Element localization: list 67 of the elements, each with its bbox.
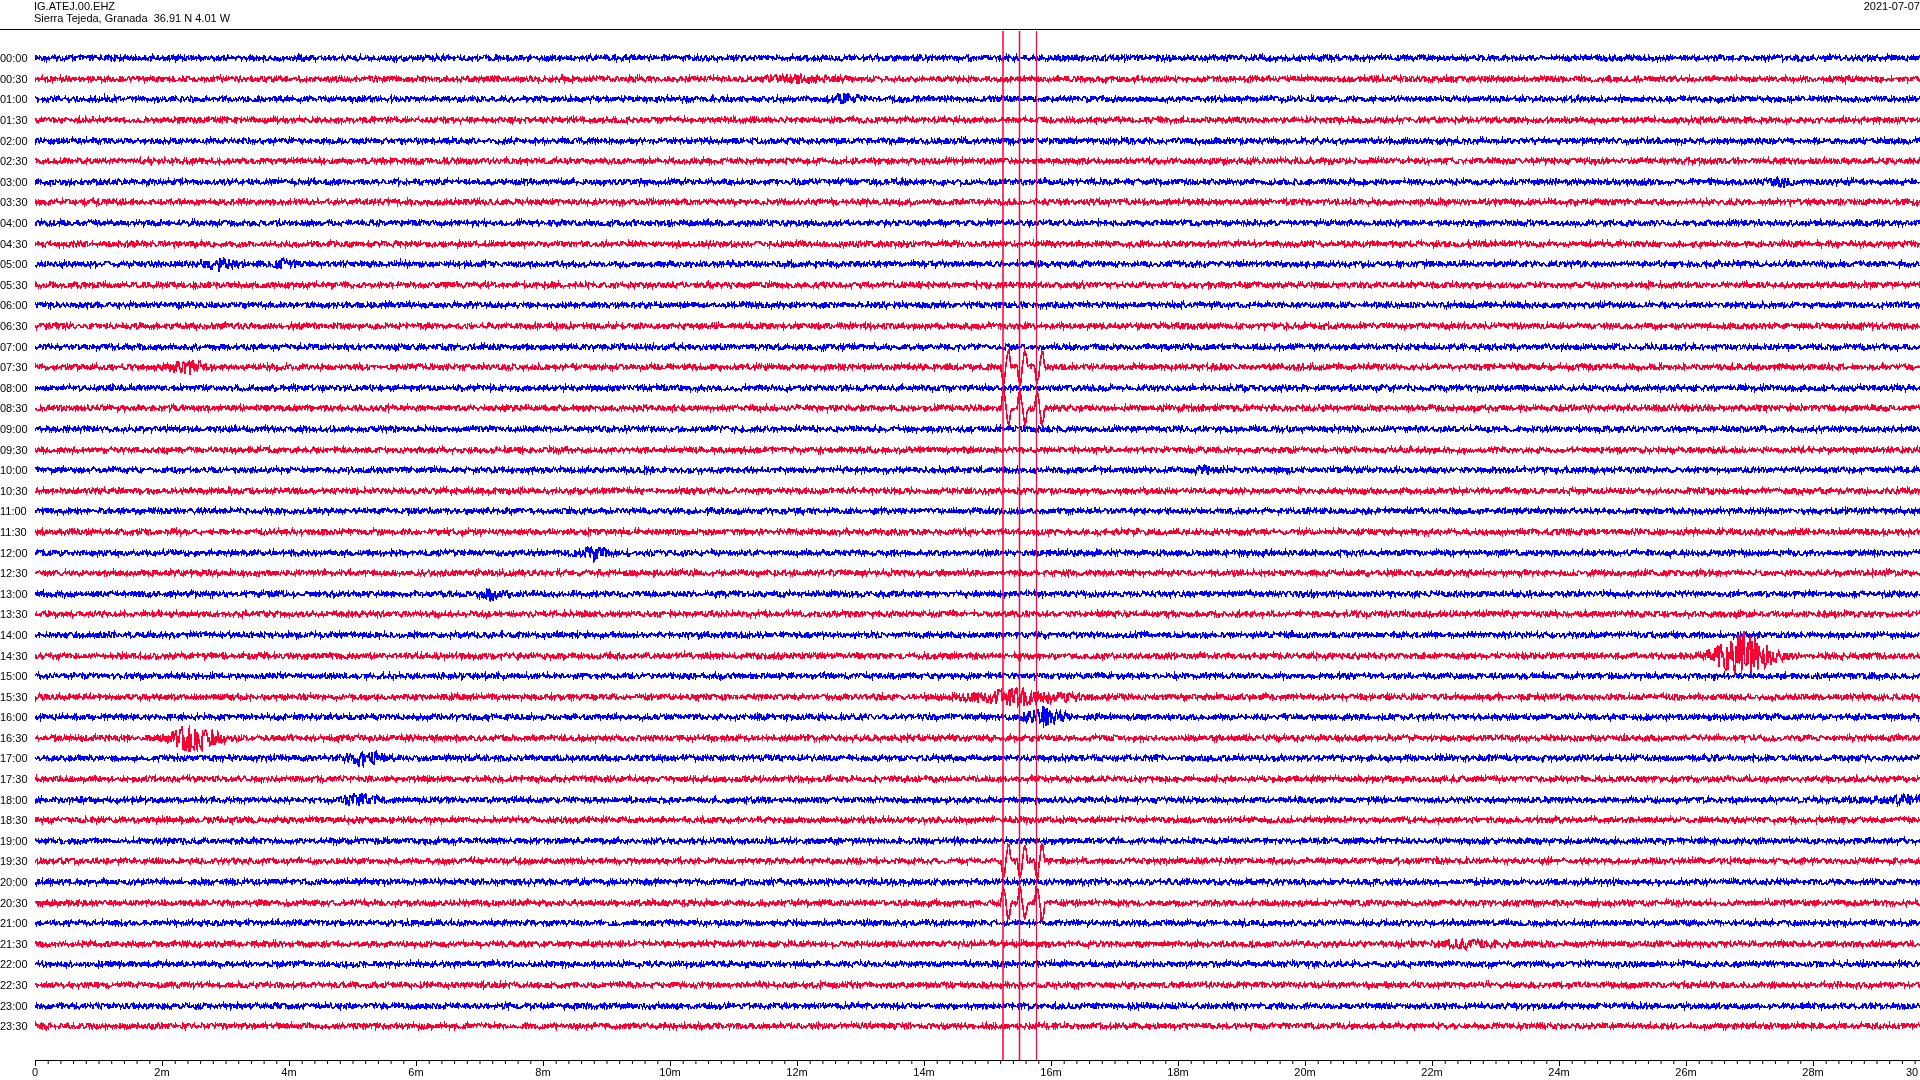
- time-label: 05:00: [0, 258, 29, 271]
- time-label: 11:00: [0, 505, 28, 518]
- time-label: 02:30: [0, 155, 29, 168]
- time-label: 21:30: [0, 937, 29, 950]
- time-label: 08:30: [0, 402, 29, 415]
- time-label: 11:30: [0, 525, 28, 538]
- axis-tick-label: 18m: [1167, 1066, 1189, 1078]
- time-label: 00:30: [0, 72, 29, 85]
- axis-tick-label: 22m: [1421, 1066, 1443, 1078]
- time-label: 19:30: [0, 855, 29, 868]
- axis-tick-label: 28m: [1802, 1066, 1824, 1078]
- time-label: 09:30: [0, 443, 29, 456]
- time-label: 21:00: [0, 917, 29, 930]
- time-label: 01:30: [0, 114, 29, 127]
- time-label: 23:00: [0, 999, 29, 1012]
- axis-tick-label: 26m: [1675, 1066, 1697, 1078]
- time-label: 10:30: [0, 484, 29, 497]
- time-label: 15:30: [0, 690, 29, 703]
- plot-date: 2021-07-07: [1863, 0, 1920, 12]
- time-label: 05:30: [0, 278, 29, 291]
- axis-tick-label: 8m: [535, 1066, 551, 1078]
- time-label: 07:30: [0, 361, 29, 374]
- time-label: 01:00: [0, 93, 29, 106]
- axis-tick-label: 6m: [408, 1066, 424, 1078]
- time-label: 08:00: [0, 381, 29, 394]
- time-label: 07:00: [0, 340, 29, 353]
- time-label: 15:00: [0, 670, 29, 683]
- time-label: 23:30: [0, 1020, 29, 1033]
- time-label: 16:00: [0, 711, 29, 724]
- time-label: 14:30: [0, 649, 29, 662]
- time-label: 06:30: [0, 320, 29, 332]
- time-label: 06:00: [0, 299, 29, 312]
- time-label: 04:30: [0, 237, 29, 250]
- time-label: 14:00: [0, 628, 29, 641]
- time-label: 09:00: [0, 423, 29, 435]
- time-label: 19:00: [0, 834, 29, 847]
- time-label: 10:00: [0, 464, 29, 477]
- time-label: 13:30: [0, 608, 29, 621]
- time-label: 03:30: [0, 196, 29, 209]
- axis-tick-label: 12m: [786, 1066, 808, 1078]
- time-label: 12:00: [0, 546, 29, 559]
- time-label: 17:30: [0, 773, 29, 786]
- station-code: IG.ATEJ.00.EHZ: [34, 0, 117, 12]
- time-label: 20:30: [0, 896, 29, 909]
- time-label: 20:00: [0, 876, 29, 889]
- axis-tick-label: 2m: [154, 1066, 170, 1078]
- time-label: 18:30: [0, 814, 29, 827]
- time-label: 16:30: [0, 731, 29, 744]
- station-location: Sierra Tejeda, Granada 36.91 N 4.01 W: [34, 12, 231, 24]
- time-label: 13:00: [0, 587, 29, 600]
- time-label: 18:00: [0, 793, 29, 806]
- axis-tick-label: 4m: [281, 1066, 297, 1078]
- axis-tick-label: 16m: [1040, 1066, 1062, 1078]
- axis-tick-label: 14m: [913, 1066, 935, 1078]
- time-label: 22:00: [0, 958, 29, 971]
- time-label: 12:30: [0, 567, 29, 580]
- axis-tick-label: 30: [1906, 1066, 1919, 1078]
- axis-tick-label: 20m: [1294, 1066, 1316, 1078]
- axis-tick-label: 0: [31, 1066, 39, 1078]
- time-label: 04:00: [0, 217, 29, 230]
- time-label: 22:30: [0, 979, 29, 991]
- time-label: 02:00: [0, 134, 29, 147]
- time-label: 03:00: [0, 175, 29, 188]
- axis-tick-label: 10m: [659, 1066, 681, 1078]
- time-label: 00:00: [0, 52, 29, 65]
- time-label: 17:00: [0, 752, 29, 765]
- axis-tick-label: 24m: [1548, 1066, 1570, 1078]
